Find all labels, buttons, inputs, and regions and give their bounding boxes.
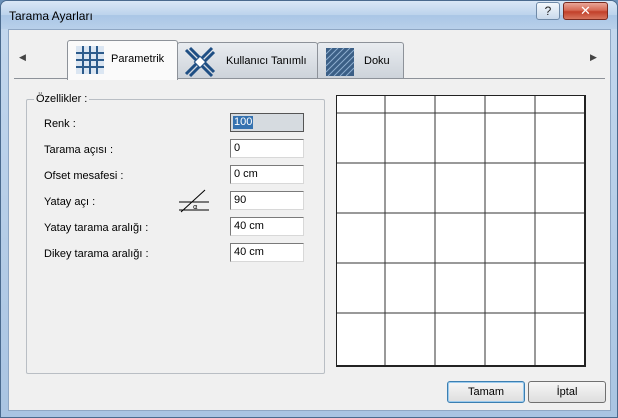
tab-label: Parametrik — [111, 53, 165, 65]
tab-parametrik[interactable]: Parametrik — [67, 40, 178, 80]
cancel-button[interactable]: İptal — [528, 381, 606, 403]
tab-strip: ◀ ▶ Parametrik Kullanıcı Tanımlı Doku — [9, 30, 610, 80]
tab-kullanici-tanimli[interactable]: Kullanıcı Tanımlı — [177, 42, 318, 78]
properties-legend: Özellikler : — [34, 93, 90, 105]
window-title: Tarama Ayarları — [9, 9, 93, 23]
cross-hatch-icon — [184, 46, 216, 78]
tab-page-parametrik: Özellikler : Renk : 100 Tarama açısı : 0… — [14, 78, 605, 374]
tab-label: Kullanıcı Tanımlı — [226, 55, 307, 67]
tab-scroll-right-icon[interactable]: ▶ — [590, 52, 597, 63]
yatay-aci-label: Yatay açı : — [44, 196, 96, 208]
hatch-preview — [336, 95, 586, 367]
ofset-mesafesi-label: Ofset mesafesi : — [44, 170, 124, 182]
tarama-acisi-label: Tarama açısı : — [44, 144, 114, 156]
help-button[interactable]: ? — [536, 2, 560, 20]
ok-button[interactable]: Tamam — [447, 381, 525, 403]
dikey-tarama-araligi-label: Dikey tarama aralığı : — [44, 248, 149, 260]
dikey-tarama-araligi-input[interactable]: 40 cm — [230, 243, 304, 262]
tarama-acisi-input[interactable]: 0 — [230, 139, 304, 158]
color-picker[interactable]: 100 — [230, 113, 304, 132]
dialog-window: Tarama Ayarları ? ✕ ◀ ▶ Parametrik Kulla… — [0, 0, 618, 418]
tab-label: Doku — [364, 55, 390, 67]
ofset-mesafesi-input[interactable]: 0 cm — [230, 165, 304, 184]
properties-group: Özellikler : Renk : 100 Tarama açısı : 0… — [26, 93, 325, 374]
angle-alpha-text: α — [193, 203, 198, 211]
tab-doku[interactable]: Doku — [317, 42, 404, 78]
yatay-aci-input[interactable]: 90 — [230, 191, 304, 210]
renk-label: Renk : — [44, 118, 76, 130]
angle-icon: α — [179, 189, 209, 213]
tab-scroll-left-icon[interactable]: ◀ — [19, 52, 26, 63]
color-value: 100 — [233, 116, 254, 129]
dialog-client-area: ◀ ▶ Parametrik Kullanıcı Tanımlı Doku Öz… — [8, 29, 611, 411]
close-button[interactable]: ✕ — [563, 2, 608, 20]
grid-hatch-icon — [76, 46, 104, 74]
title-bar: Tarama Ayarları ? ✕ — [1, 1, 617, 29]
texture-icon — [325, 47, 355, 77]
yatay-tarama-araligi-input[interactable]: 40 cm — [230, 217, 304, 236]
yatay-tarama-araligi-label: Yatay tarama aralığı : — [44, 222, 149, 234]
hatch-preview-grid — [337, 96, 584, 365]
